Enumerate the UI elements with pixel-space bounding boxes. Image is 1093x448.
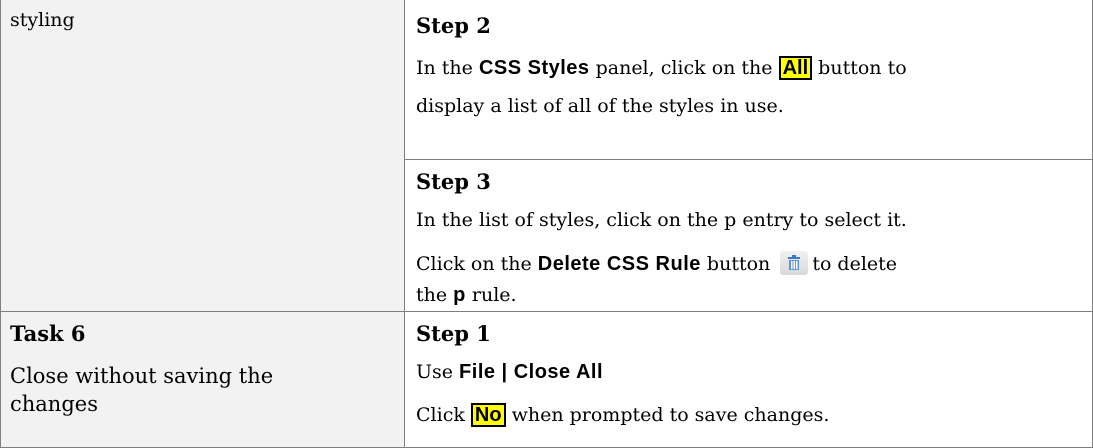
no-button-highlight: No bbox=[470, 403, 506, 427]
step3-line2-mid: button bbox=[700, 253, 771, 275]
task6-line1: Close without saving the bbox=[10, 364, 274, 388]
css-styles-ui-text: CSS Styles bbox=[478, 57, 590, 79]
row-divider-step2-step3 bbox=[404, 159, 1093, 160]
step3-line1: In the list of styles, click on the p en… bbox=[416, 209, 907, 231]
step2-line1-pre: In the bbox=[416, 57, 479, 79]
step2-line1-mid: panel, click on the bbox=[589, 57, 779, 79]
task-step-table: styling Step 2 In the CSS Styles panel, … bbox=[0, 0, 1093, 448]
all-button-highlight: All bbox=[778, 56, 813, 80]
styling-label: styling bbox=[10, 9, 75, 31]
step3-line3-post: rule. bbox=[465, 284, 517, 306]
step2-line2: display a list of all of the styles in u… bbox=[416, 95, 784, 117]
step3-line2-post: to delete bbox=[812, 253, 898, 275]
task6-line2: changes bbox=[10, 392, 98, 416]
step3-line2: Click on the Delete CSS Rule button to d… bbox=[416, 251, 897, 276]
table-left-border bbox=[0, 0, 1, 448]
step2-heading: Step 2 bbox=[416, 13, 491, 38]
p-ui-text: p bbox=[453, 284, 466, 306]
file-close-all-ui-text: File | Close All bbox=[459, 361, 604, 383]
step3-line3-pre: the bbox=[416, 284, 454, 306]
column-divider bbox=[404, 0, 405, 448]
step1-line2-post: when prompted to save changes. bbox=[505, 404, 830, 426]
delete-css-rule-ui-text: Delete CSS Rule bbox=[537, 253, 701, 275]
step3-line3: the p rule. bbox=[416, 283, 517, 307]
task6-heading: Task 6 bbox=[10, 321, 86, 346]
row-divider-task6 bbox=[0, 311, 1093, 312]
step3-heading: Step 3 bbox=[416, 169, 491, 194]
step1-line1: Use File | Close All bbox=[416, 360, 603, 384]
trash-can-icon bbox=[780, 251, 809, 275]
step2-line1-post: button to bbox=[812, 57, 907, 79]
step2-line1: In the CSS Styles panel, click on the Al… bbox=[416, 56, 907, 80]
step1-line2: Click No when prompted to save changes. bbox=[416, 403, 829, 427]
left-cell-styling bbox=[0, 0, 404, 311]
step1-line1-pre: Use bbox=[416, 361, 460, 383]
step3-line2-pre: Click on the bbox=[416, 253, 538, 275]
step1-heading: Step 1 bbox=[416, 321, 491, 346]
step1-line2-pre: Click bbox=[416, 404, 471, 426]
